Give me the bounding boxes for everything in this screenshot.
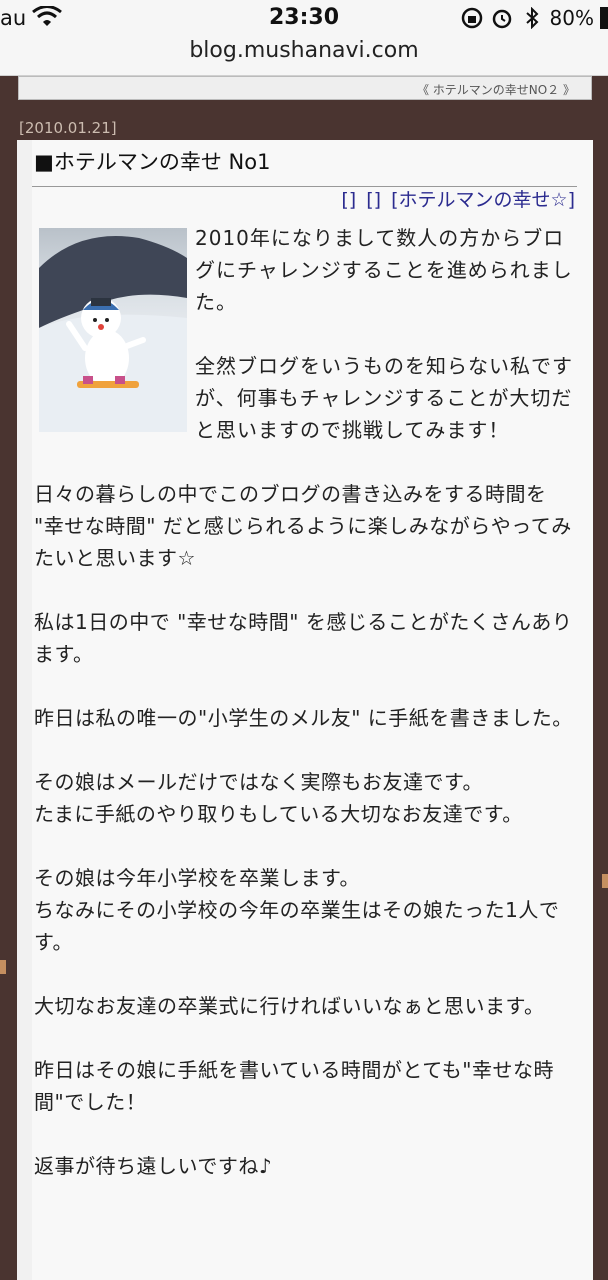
body-paragraph: 私は1日の中で "幸せな時間" を感じることがたくさんあります。 — [34, 610, 573, 666]
post-panel: ■ホテルマンの幸せ No1 [] [] [ホテルマンの幸せ☆] 2010年になり… — [17, 140, 593, 1280]
url-bar[interactable]: blog.mushanavi.com — [0, 38, 608, 63]
post-title: ■ホテルマンの幸せ No1 — [32, 146, 577, 187]
intro-text: 2010年になりまして数人の方からブログにチャレンジすることを進められました。 … — [195, 222, 575, 478]
post-date: [2010.01.21] — [19, 119, 117, 137]
body-paragraph: 昨日は私の唯一の"小学生のメル友" に手紙を書きました。 — [34, 706, 573, 730]
body-paragraph: その娘はメールだけではなく実際もお友達です。 たまに手紙のやり取りもしている大切… — [34, 770, 523, 826]
post-nav-strip: 《 ホテルマンの幸せNO２ 》 — [18, 76, 592, 100]
post-content: ■ホテルマンの幸せ No1 [] [] [ホテルマンの幸せ☆] 2010年になり… — [32, 140, 593, 1280]
body-paragraph: 日々の暮らしの中でこのブログの書き込みをする時間を "幸せな時間" だと感じられ… — [34, 482, 572, 570]
snowman-illustration — [39, 236, 187, 432]
category-link[interactable]: [ホテルマンの幸せ☆] — [391, 189, 575, 211]
status-icons: 80% — [460, 6, 608, 30]
intro-paragraph: 2010年になりまして数人の方からブログにチャレンジすることを進められました。 — [195, 226, 573, 314]
post-body: 日々の暮らしの中でこのブログの書き込みをする時間を "幸せな時間" だと感じられ… — [34, 478, 579, 1214]
alarm-icon — [492, 9, 511, 29]
status-bar: au 23:30 80% blog.mushanavi.com — [0, 0, 608, 76]
intro-paragraph: 全然ブログをいうものを知らない私ですが、何事もチャレンジすることが大切だと思いま… — [195, 354, 573, 442]
battery-icon — [600, 7, 608, 29]
category-link[interactable]: [] — [366, 189, 381, 211]
side-decoration-left — [0, 960, 6, 974]
body-paragraph: 大切なお友達の卒業式に行ければいいなぁと思います。 — [34, 994, 545, 1018]
body-paragraph: その娘は今年小学校を卒業します。 ちなみにその小学校の今年の卒業生はその娘たった… — [34, 866, 560, 954]
rotation-lock-icon — [461, 7, 482, 29]
next-post-link[interactable]: 《 ホテルマンの幸せNO２ 》 — [417, 81, 575, 98]
body-paragraph: 昨日はその娘に手紙を書いている時間がとても"幸せな時間"でした！ — [34, 1058, 554, 1114]
category-links: [] [] [ホテルマンの幸せ☆] — [337, 185, 575, 212]
battery-percent: 80% — [549, 6, 594, 30]
body-paragraph: 返事が待ち遠しいですね♪ — [34, 1154, 273, 1178]
bluetooth-icon — [525, 7, 538, 29]
post-image — [39, 228, 187, 432]
side-decoration-right — [602, 874, 608, 888]
category-link[interactable]: [] — [341, 189, 356, 211]
